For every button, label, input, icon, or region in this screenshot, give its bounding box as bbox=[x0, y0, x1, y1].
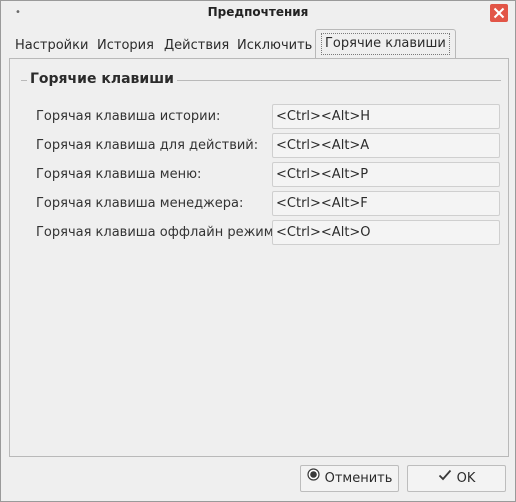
cancel-button[interactable]: Отменить bbox=[300, 465, 399, 492]
tab-history[interactable]: История bbox=[97, 34, 154, 58]
title-bar: • Предпочтения bbox=[1, 1, 515, 25]
cancel-circle-icon bbox=[306, 465, 320, 490]
tab-hotkeys-label: Горячие клавиши bbox=[321, 33, 450, 55]
checkmark-icon bbox=[438, 465, 452, 490]
tab-actions[interactable]: Действия bbox=[164, 34, 229, 58]
close-button[interactable] bbox=[490, 4, 508, 22]
close-icon bbox=[493, 7, 505, 19]
manager-hotkey-field[interactable]: <Ctrl><Alt>F bbox=[272, 191, 500, 216]
preferences-window: • Предпочтения Настройки История Действи… bbox=[0, 0, 516, 502]
tab-settings[interactable]: Настройки bbox=[15, 34, 88, 58]
ok-button-label: OK bbox=[456, 471, 476, 486]
window-title: Предпочтения bbox=[207, 5, 309, 19]
hotkeys-panel: Горячие клавиши Горячая клавиша истории:… bbox=[9, 58, 509, 457]
actions-hotkey-field[interactable]: <Ctrl><Alt>A bbox=[272, 133, 500, 158]
history-hotkey-field[interactable]: <Ctrl><Alt>H bbox=[272, 104, 500, 129]
group-title: Горячие клавиши bbox=[27, 71, 177, 87]
history-hotkey-label: Горячая клавиша истории: bbox=[36, 109, 221, 124]
offline-hotkey-field[interactable]: <Ctrl><Alt>O bbox=[272, 220, 500, 245]
menu-hotkey-label: Горячая клавиша меню: bbox=[36, 167, 202, 182]
tab-hotkeys[interactable]: Горячие клавиши bbox=[315, 29, 456, 59]
tab-bar: Настройки История Действия Исключить Гор… bbox=[9, 28, 509, 59]
manager-hotkey-label: Горячая клавиша менеджера: bbox=[36, 196, 244, 211]
offline-hotkey-label: Горячая клавиша оффлайн режима: bbox=[36, 225, 286, 240]
actions-hotkey-label: Горячая клавиша для действий: bbox=[36, 138, 259, 153]
menu-hotkey-field[interactable]: <Ctrl><Alt>P bbox=[272, 162, 500, 187]
ok-button[interactable]: OK bbox=[407, 465, 506, 492]
cancel-button-label: Отменить bbox=[324, 471, 393, 486]
tab-exclude[interactable]: Исключить bbox=[237, 34, 312, 58]
